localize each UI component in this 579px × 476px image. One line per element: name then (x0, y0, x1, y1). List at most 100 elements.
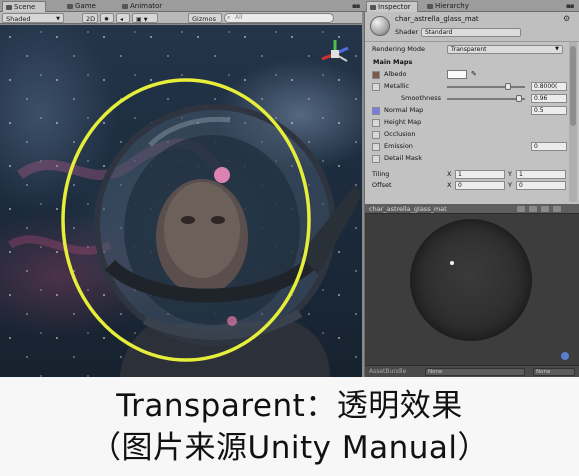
assetbundle-variant-value: None (536, 369, 551, 375)
inspector-scrollbar-thumb[interactable] (570, 46, 576, 126)
lighting-toggle-button[interactable]: ✹ (100, 13, 114, 23)
assetbundle-dropdown[interactable]: None (425, 368, 525, 376)
tiling-x-field[interactable]: 1 (455, 170, 505, 179)
smoothness-slider[interactable] (447, 95, 525, 102)
material-preview-sphere[interactable] (410, 219, 532, 341)
preview-header: char_astrella_glass_mat (365, 204, 579, 214)
scene-tab-strip: Scene Game Animator ▪▪ (0, 0, 364, 12)
offset-x-label: X (447, 181, 452, 189)
specular-highlight (450, 261, 454, 265)
metallic-value: 0.8000( (534, 83, 558, 90)
tab-animator[interactable]: Animator (119, 1, 171, 12)
chevron-down-icon: ▼ (56, 16, 60, 22)
eyedropper-icon[interactable]: ✎ (471, 69, 477, 80)
inspector-panel-menu-icon[interactable]: ▪▪ (566, 2, 574, 10)
scene-toolbar: Shaded ▼ 2D ✹ ◂ ▣ ▼ Gizmos ▼ ⌕ All (0, 12, 362, 33)
emission-value-field[interactable]: 0 (531, 142, 567, 151)
shader-dropdown[interactable]: Standard (421, 28, 521, 37)
metallic-value-field[interactable]: 0.8000( (531, 82, 567, 91)
tab-hierarchy[interactable]: Hierarchy (424, 1, 482, 12)
metallic-slider-knob[interactable] (504, 83, 511, 90)
metallic-label: Metallic (384, 82, 410, 90)
rendering-mode-value: Transparent (451, 46, 487, 53)
tiling-row: Tiling X 1 Y 1 (365, 169, 567, 180)
normal-map-value-field[interactable]: 0.5 (531, 106, 567, 115)
albedo-color-swatch[interactable] (447, 70, 467, 79)
scene-panel-menu-icon[interactable]: ▪▪ (352, 2, 360, 10)
rendering-mode-dropdown[interactable]: Transparent ▼ (447, 45, 563, 54)
tab-inspector-label: Inspector (378, 3, 411, 11)
speaker-icon: ◂ (120, 16, 124, 23)
scene-viewport[interactable] (0, 25, 362, 377)
detail-mask-texture-slot[interactable] (372, 155, 380, 163)
tiling-y-field[interactable]: 1 (516, 170, 566, 179)
emission-value: 0 (534, 143, 538, 150)
tab-scene-label: Scene (14, 3, 36, 11)
occlusion-label: Occlusion (384, 130, 416, 138)
normal-map-texture-slot[interactable] (372, 107, 380, 115)
inspector-scrollbar[interactable] (569, 42, 577, 202)
detail-mask-label: Detail Mask (384, 154, 422, 162)
offset-x-field[interactable]: 0 (455, 181, 505, 190)
normal-map-row: Normal Map 0.5 (365, 105, 567, 116)
lock-icon[interactable] (561, 352, 569, 360)
material-preview-panel: char_astrella_glass_mat AssetBundle None… (364, 204, 579, 377)
scene-search-input[interactable]: ⌕ All (224, 13, 334, 23)
assetbundle-bar: AssetBundle None None (365, 365, 579, 377)
tab-game-label: Game (75, 2, 96, 10)
normal-map-label: Normal Map (384, 106, 424, 114)
scene-gizmo-icon[interactable] (318, 37, 352, 71)
chevron-down-icon: ▼ (143, 17, 148, 23)
preview-light-icon[interactable] (541, 206, 549, 212)
height-map-texture-slot[interactable] (372, 119, 380, 127)
rendering-mode-row: Rendering Mode Transparent ▼ (365, 44, 567, 55)
metallic-row: Metallic 0.8000( (365, 81, 567, 92)
offset-y-label: Y (508, 181, 512, 189)
detail-mask-row: Detail Mask (365, 153, 567, 164)
emission-texture-slot[interactable] (372, 143, 380, 151)
emission-row: Emission 0 (365, 141, 567, 152)
preview-settings-icon[interactable] (553, 206, 561, 212)
effects-dropdown[interactable]: ▣ ▼ (132, 13, 158, 23)
offset-y-field[interactable]: 0 (516, 181, 566, 190)
metallic-texture-slot[interactable] (372, 83, 380, 91)
settings-gear-icon[interactable]: ⚙ (563, 14, 570, 23)
metallic-slider[interactable] (447, 83, 525, 90)
tab-inspector[interactable]: Inspector (366, 1, 418, 12)
inspector-tab-strip: Inspector Hierarchy ▪▪ (364, 0, 579, 12)
scene-tab-icon (6, 5, 12, 10)
search-icon: ⌕ (227, 14, 231, 21)
offset-row: Offset X 0 Y 0 (365, 180, 567, 191)
assetbundle-variant-dropdown[interactable]: None (533, 368, 575, 376)
smoothness-label: Smoothness (401, 94, 441, 102)
preview-sphere-icon[interactable] (529, 206, 537, 212)
audio-toggle-button[interactable]: ◂ (116, 13, 130, 23)
unity-editor-screenshot: Scene Game Animator ▪▪ Inspector Hierarc… (0, 0, 579, 377)
shader-value: Standard (425, 29, 453, 36)
tab-scene[interactable]: Scene (2, 1, 46, 12)
occlusion-texture-slot[interactable] (372, 131, 380, 139)
astronaut-scene-graphic (7, 78, 362, 377)
shading-mode-dropdown[interactable]: Shaded ▼ (2, 13, 64, 23)
tab-game[interactable]: Game (64, 1, 104, 12)
rendering-mode-label: Rendering Mode (372, 45, 425, 53)
gizmos-dropdown[interactable]: Gizmos ▼ (188, 13, 222, 33)
material-header: char_astrella_glass_mat Shader Standard … (365, 12, 579, 42)
animator-tab-icon (122, 4, 128, 9)
smoothness-value-field[interactable]: 0.96 (531, 94, 567, 103)
material-sphere-icon (370, 16, 390, 36)
albedo-label: Albedo (384, 70, 407, 78)
tiling-x-value: 1 (458, 171, 462, 178)
caption-line-1: Transparent：透明效果 (116, 388, 463, 424)
preview-title: char_astrella_glass_mat (369, 205, 447, 213)
tiling-x-label: X (447, 170, 452, 178)
smoothness-slider-knob[interactable] (516, 95, 523, 102)
sun-icon: ✹ (104, 16, 110, 23)
albedo-texture-slot[interactable] (372, 71, 380, 79)
toggle-2d-label: 2D (86, 15, 96, 23)
toggle-2d-button[interactable]: 2D (82, 13, 98, 23)
play-preview-icon[interactable] (517, 206, 525, 212)
tiling-y-value: 1 (519, 171, 523, 178)
shader-label: Shader (395, 28, 419, 36)
height-map-row: Height Map (365, 117, 567, 128)
